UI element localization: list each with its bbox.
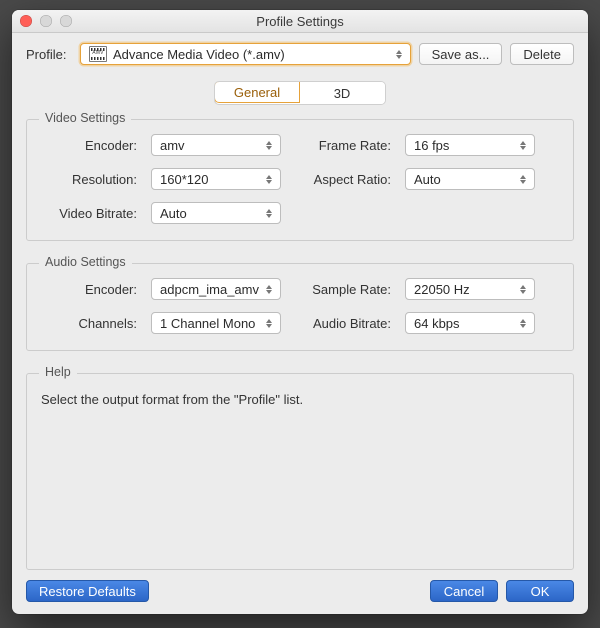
audio-encoder-combo[interactable]: adpcm_ima_amv	[151, 278, 281, 300]
save-as-button[interactable]: Save as...	[419, 43, 503, 65]
tab-3d-label: 3D	[334, 86, 351, 101]
resolution-value: 160*120	[160, 172, 260, 187]
chevron-updown-icon	[264, 139, 274, 151]
tab-bar: General 3D	[26, 81, 574, 105]
chevron-updown-icon	[264, 283, 274, 295]
profile-settings-window: Profile Settings Profile: AMV Advance Me…	[12, 10, 588, 614]
audio-encoder-label: Encoder:	[41, 282, 137, 297]
chevron-updown-icon	[264, 173, 274, 185]
video-bitrate-combo[interactable]: Auto	[151, 202, 281, 224]
audio-settings-group: Audio Settings Encoder: adpcm_ima_amv Sa…	[26, 263, 574, 351]
channels-combo[interactable]: 1 Channel Mono	[151, 312, 281, 334]
help-group: Help Select the output format from the "…	[26, 373, 574, 570]
chevron-updown-icon	[518, 283, 528, 295]
traffic-lights	[12, 15, 72, 27]
amv-icon: AMV	[89, 46, 107, 62]
chevron-updown-icon	[518, 139, 528, 151]
footer: Restore Defaults Cancel OK	[12, 570, 588, 614]
save-as-label: Save as...	[432, 47, 490, 62]
audio-settings-title: Audio Settings	[39, 255, 132, 269]
video-encoder-label: Encoder:	[41, 138, 137, 153]
delete-label: Delete	[523, 47, 561, 62]
close-icon[interactable]	[20, 15, 32, 27]
titlebar: Profile Settings	[12, 10, 588, 33]
video-bitrate-label: Video Bitrate:	[41, 206, 137, 221]
aspect-ratio-combo[interactable]: Auto	[405, 168, 535, 190]
restore-defaults-button[interactable]: Restore Defaults	[26, 580, 149, 602]
frame-rate-value: 16 fps	[414, 138, 514, 153]
chevron-updown-icon	[264, 207, 274, 219]
sample-rate-combo[interactable]: 22050 Hz	[405, 278, 535, 300]
tab-general[interactable]: General	[214, 81, 300, 103]
profile-combo[interactable]: AMV Advance Media Video (*.amv)	[80, 43, 411, 65]
video-encoder-value: amv	[160, 138, 260, 153]
video-encoder-combo[interactable]: amv	[151, 134, 281, 156]
audio-encoder-value: adpcm_ima_amv	[160, 282, 260, 297]
profile-row: Profile: AMV Advance Media Video (*.amv)…	[26, 43, 574, 65]
help-text: Select the output format from the "Profi…	[41, 388, 559, 407]
sample-rate-value: 22050 Hz	[414, 282, 514, 297]
chevron-updown-icon	[264, 317, 274, 329]
chevron-updown-icon	[518, 317, 528, 329]
content: Profile: AMV Advance Media Video (*.amv)…	[12, 33, 588, 570]
resolution-label: Resolution:	[41, 172, 137, 187]
aspect-ratio-label: Aspect Ratio:	[295, 172, 391, 187]
channels-label: Channels:	[41, 316, 137, 331]
tab-general-label: General	[234, 85, 280, 100]
video-settings-group: Video Settings Encoder: amv Frame Rate: …	[26, 119, 574, 241]
tab-3d[interactable]: 3D	[299, 82, 385, 104]
audio-bitrate-value: 64 kbps	[414, 316, 514, 331]
aspect-ratio-value: Auto	[414, 172, 514, 187]
cancel-label: Cancel	[444, 584, 484, 599]
frame-rate-combo[interactable]: 16 fps	[405, 134, 535, 156]
sample-rate-label: Sample Rate:	[295, 282, 391, 297]
delete-button[interactable]: Delete	[510, 43, 574, 65]
ok-button[interactable]: OK	[506, 580, 574, 602]
video-bitrate-value: Auto	[160, 206, 260, 221]
resolution-combo[interactable]: 160*120	[151, 168, 281, 190]
chevron-updown-icon	[518, 173, 528, 185]
frame-rate-label: Frame Rate:	[295, 138, 391, 153]
audio-bitrate-combo[interactable]: 64 kbps	[405, 312, 535, 334]
window-title: Profile Settings	[12, 14, 588, 29]
channels-value: 1 Channel Mono	[160, 316, 260, 331]
audio-bitrate-label: Audio Bitrate:	[295, 316, 391, 331]
zoom-icon[interactable]	[60, 15, 72, 27]
minimize-icon[interactable]	[40, 15, 52, 27]
ok-label: OK	[531, 584, 550, 599]
chevron-updown-icon	[394, 48, 404, 60]
profile-selected-text: Advance Media Video (*.amv)	[113, 47, 390, 62]
profile-label: Profile:	[26, 47, 72, 62]
help-title: Help	[39, 365, 77, 379]
cancel-button[interactable]: Cancel	[430, 580, 498, 602]
video-settings-title: Video Settings	[39, 111, 131, 125]
restore-defaults-label: Restore Defaults	[39, 584, 136, 599]
